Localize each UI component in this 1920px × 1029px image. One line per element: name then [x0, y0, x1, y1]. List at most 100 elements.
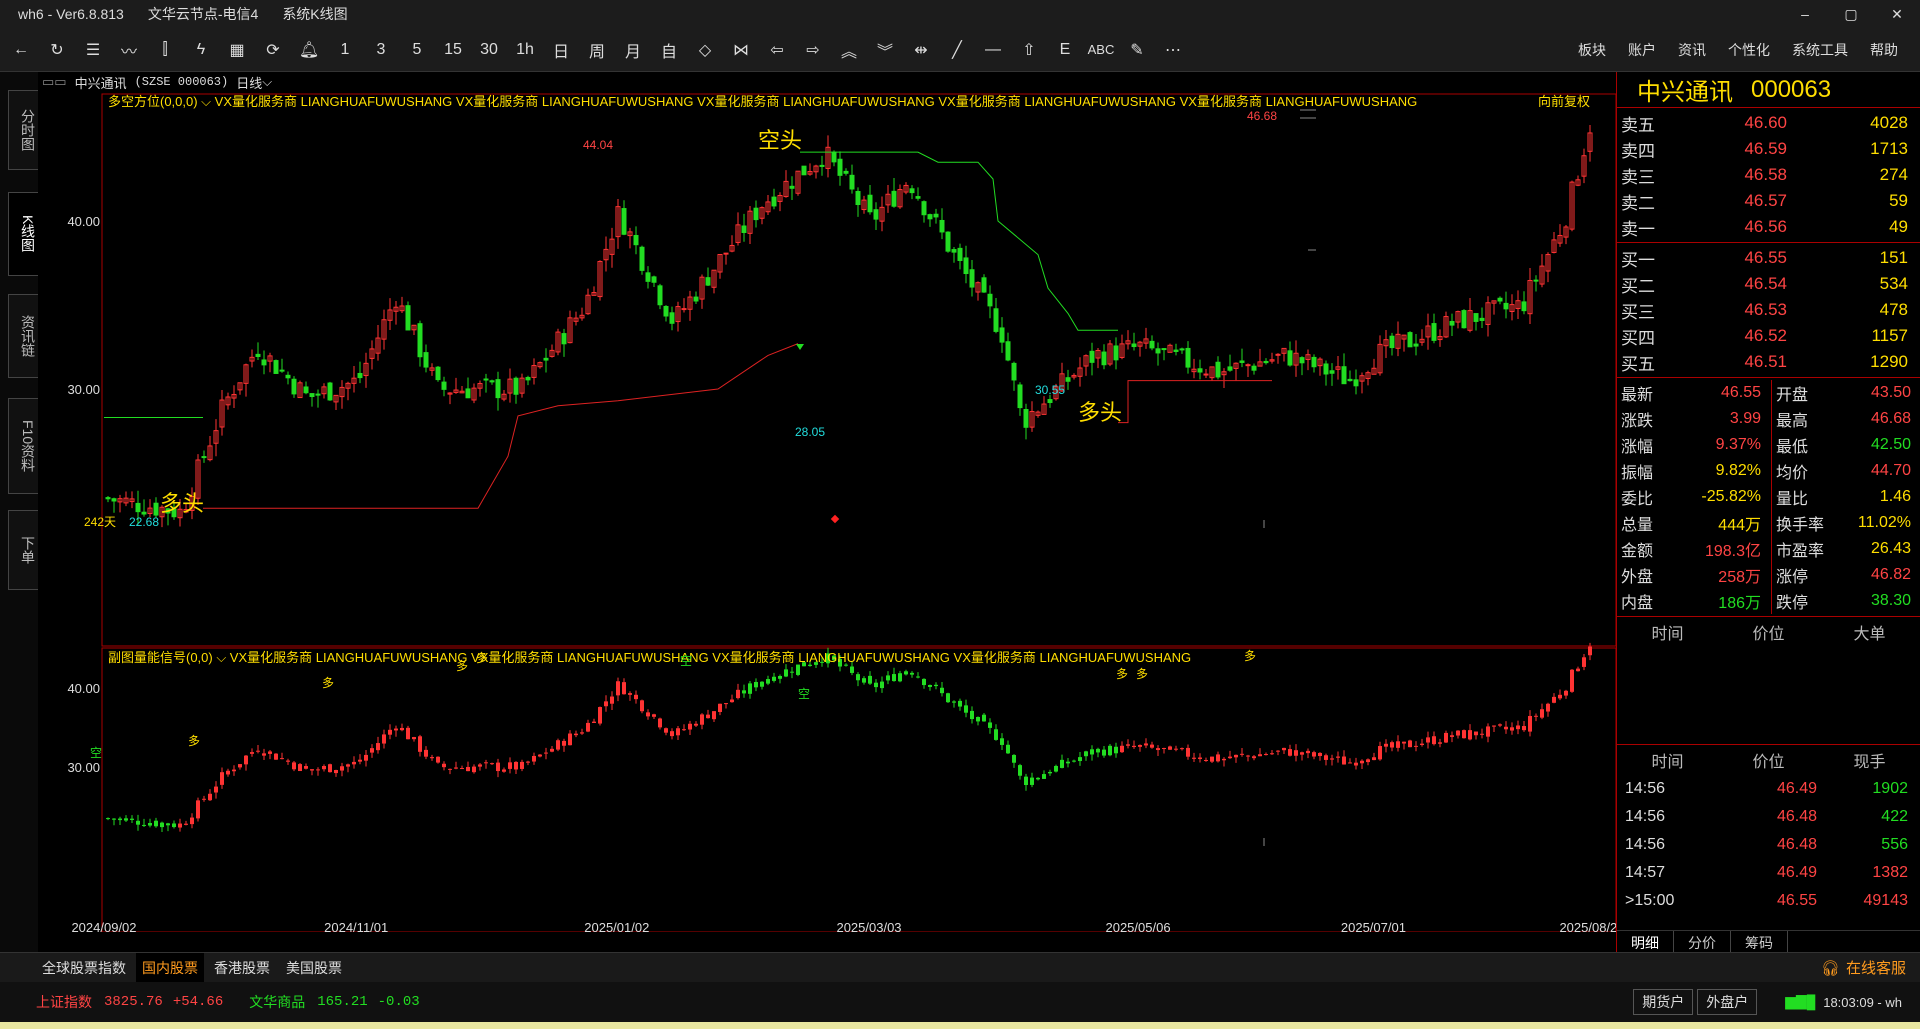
tick-row[interactable]: 14:56 46.48 556	[1617, 831, 1920, 859]
menu-news[interactable]: 资讯	[1678, 40, 1706, 60]
period-5[interactable]: 5	[402, 35, 432, 65]
last-high-label: 46.68	[1247, 109, 1277, 123]
service-link[interactable]: 🎧︎ 在线客服	[1821, 957, 1906, 978]
chevron-down-icon[interactable]: ⌵	[262, 74, 272, 90]
candle-body	[303, 386, 309, 394]
refresh-icon[interactable]: ↻	[42, 35, 72, 65]
futures-account-button[interactable]: 期货户	[1633, 989, 1694, 1015]
period-3[interactable]: 3	[366, 35, 396, 65]
period-1h[interactable]: 1h	[510, 35, 540, 65]
arrow-right-icon[interactable]: ⇨	[798, 35, 828, 65]
sync-icon[interactable]: ⟳	[258, 35, 288, 65]
foreign-account-button[interactable]: 外盘户	[1697, 989, 1758, 1015]
stock-code: (SZSE 000063)	[134, 75, 229, 89]
book-row[interactable]: 买一 46.55 151	[1617, 245, 1920, 271]
tab-us[interactable]: 美国股票	[280, 953, 348, 983]
tick-row[interactable]: 14:56 46.49 1902	[1617, 775, 1920, 803]
menu-sector[interactable]: 板块	[1578, 40, 1606, 60]
period-1[interactable]: 1	[330, 35, 360, 65]
tab-domestic[interactable]: 国内股票	[136, 952, 204, 983]
indicator-icon[interactable]: ϟ	[186, 35, 216, 65]
period-month[interactable]: 月	[618, 35, 648, 65]
close-button[interactable]: ✕	[1874, 0, 1920, 28]
sub-candle-body	[592, 721, 596, 723]
book-row[interactable]: 卖四 46.59 1713	[1617, 136, 1920, 162]
draw-line-icon[interactable]: ╱	[942, 35, 972, 65]
line-chart-icon[interactable]: 〰	[114, 35, 144, 65]
tab-detail[interactable]: 明细	[1617, 931, 1674, 952]
tab-kline[interactable]: K线图	[8, 192, 38, 276]
arrow-up-icon[interactable]: ⇧	[1014, 35, 1044, 65]
tab-chips[interactable]: 筹码	[1731, 931, 1788, 952]
tick-time: 14:56	[1625, 780, 1666, 797]
text-tool-icon[interactable]: ABC	[1086, 35, 1116, 65]
stat-key: 涨停	[1776, 569, 1809, 586]
book-row[interactable]: 买四 46.52 1157	[1617, 323, 1920, 349]
maximize-button[interactable]: ▢	[1828, 0, 1874, 28]
tab-global[interactable]: 全球股票指数	[36, 953, 132, 983]
cursor-icon[interactable]: ⇹	[906, 35, 936, 65]
stat-value: -25.82%	[1701, 488, 1761, 505]
period-week[interactable]: 周	[582, 35, 612, 65]
drag-handle-icon[interactable]: ▭▭	[42, 74, 67, 90]
index1-name[interactable]: 上证指数	[36, 992, 92, 1012]
sub-candle-body	[754, 681, 758, 688]
tick-row[interactable]: 14:57 46.49 1382	[1617, 859, 1920, 887]
stat-cell: 量比 1.46	[1772, 484, 1920, 510]
stat-cell: 金额 198.3亿	[1617, 536, 1772, 562]
up-icon[interactable]: ︽	[834, 35, 864, 65]
book-row[interactable]: 卖一 46.56 49	[1617, 214, 1920, 240]
index2-name[interactable]: 文华商品	[249, 992, 305, 1012]
period-select[interactable]: 日线	[236, 73, 262, 92]
candle-body	[945, 231, 951, 252]
tab-hk[interactable]: 香港股票	[208, 953, 276, 983]
down-icon[interactable]: ︾	[870, 35, 900, 65]
sub-candle-body	[1564, 690, 1568, 696]
book-row[interactable]: 买三 46.53 478	[1617, 297, 1920, 323]
period-day[interactable]: 日	[546, 35, 576, 65]
menu-help[interactable]: 帮助	[1870, 40, 1898, 60]
tick-row[interactable]: >15:00 46.55 49143	[1617, 887, 1920, 915]
list-icon[interactable]: ☰	[78, 35, 108, 65]
tab-price[interactable]: 分价	[1674, 931, 1731, 952]
sub-candle-body	[1336, 756, 1340, 758]
period-30[interactable]: 30	[474, 35, 504, 65]
zoom-in-icon[interactable]: ◇	[690, 35, 720, 65]
book-row[interactable]: 买二 46.54 534	[1617, 271, 1920, 297]
back-icon[interactable]: ←	[6, 35, 36, 65]
sub-candle-body	[1492, 725, 1496, 727]
tick-row[interactable]: 14:56 46.48 422	[1617, 803, 1920, 831]
hline-icon[interactable]: —	[978, 35, 1008, 65]
menu-account[interactable]: 账户	[1628, 40, 1656, 60]
book-row[interactable]: 卖五 46.60 4028	[1617, 110, 1920, 136]
sub-candle-body	[1534, 715, 1538, 717]
bell-icon[interactable]: 🔔︎	[294, 35, 324, 65]
bar-chart-icon[interactable]: ⫿	[150, 35, 180, 65]
tab-f10[interactable]: F10资料	[8, 398, 38, 494]
arrow-left-icon[interactable]: ⇦	[762, 35, 792, 65]
period-custom[interactable]: 自	[654, 35, 684, 65]
tab-newschain[interactable]: 资讯链	[8, 294, 38, 378]
minimize-button[interactable]: –	[1782, 0, 1828, 28]
book-row[interactable]: 卖三 46.58 274	[1617, 162, 1920, 188]
period-15[interactable]: 15	[438, 35, 468, 65]
fib-icon[interactable]: Ε	[1050, 35, 1080, 65]
book-row[interactable]: 买五 46.51 1290	[1617, 349, 1920, 375]
signal-label: 多	[1136, 667, 1148, 681]
tab-order[interactable]: 下单	[8, 510, 38, 590]
days-label: 242天	[84, 515, 116, 529]
book-row[interactable]: 卖二 46.57 59	[1617, 188, 1920, 214]
sub-candle-body	[412, 737, 416, 740]
sub-candle-body	[976, 717, 980, 722]
sub-candle-body	[574, 733, 578, 736]
menu-tools[interactable]: 系统工具	[1792, 40, 1848, 60]
kline-chart[interactable]: 多空方位(0,0,0) ⌵ VX量化服务商 LIANGHUAFUWUSHANG …	[38, 92, 1616, 932]
more-icon[interactable]: ⋯	[1158, 35, 1188, 65]
pen-icon[interactable]: ✎	[1122, 35, 1152, 65]
calc-icon[interactable]: ▦	[222, 35, 252, 65]
sub-candle-body	[1180, 748, 1184, 750]
tab-intraday[interactable]: 分时图	[8, 90, 38, 170]
menu-personalize[interactable]: 个性化	[1728, 40, 1770, 60]
tick-price: 46.49	[1776, 864, 1817, 881]
zoom-out-icon[interactable]: ⋈	[726, 35, 756, 65]
